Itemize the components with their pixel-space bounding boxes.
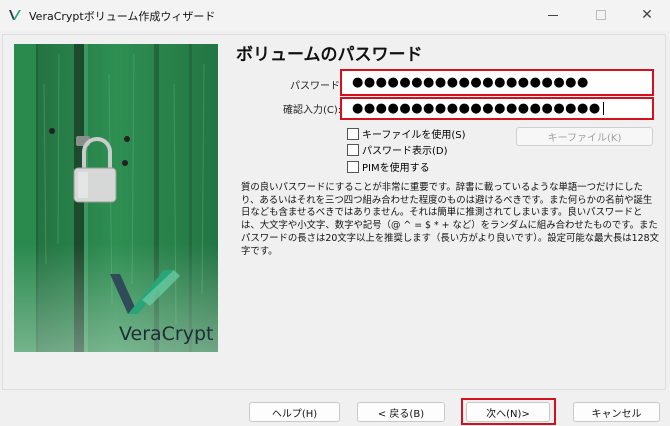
- confirm-password-field[interactable]: ●●●●●●●●●●●●●●●●●●●●●: [340, 97, 654, 120]
- veracrypt-app-icon: [9, 10, 21, 20]
- confirm-label: 確認入力(C):: [283, 105, 342, 116]
- banner-brand-text: VeraCrypt: [119, 323, 214, 345]
- password-advice-text: 質の良いパスワードにすることが非常に重要です。辞書に載っているような単語一つだけ…: [241, 182, 659, 257]
- checkbox-box: [347, 127, 359, 140]
- window-title: VeraCryptボリューム作成ウィザード: [29, 10, 216, 23]
- confirm-password-value: ●●●●●●●●●●●●●●●●●●●●●: [352, 101, 601, 116]
- checkbox-box: [347, 143, 359, 156]
- help-button[interactable]: ヘルプ(H): [249, 402, 340, 422]
- use-keyfiles-checkbox[interactable]: キーファイルを使用(S): [347, 126, 466, 141]
- title-bar: VeraCryptボリューム作成ウィザード ✕: [0, 0, 670, 30]
- password-field[interactable]: ●●●●●●●●●●●●●●●●●●●●: [340, 69, 654, 96]
- checkbox-box: [347, 160, 359, 173]
- use-keyfiles-label: キーファイルを使用(S): [362, 130, 466, 141]
- minimize-button[interactable]: [530, 0, 576, 30]
- back-button[interactable]: < 戻る(B): [357, 402, 445, 422]
- page-title: ボリュームのパスワード: [236, 45, 423, 65]
- use-pim-checkbox[interactable]: PIMを使用する: [347, 159, 430, 174]
- maximize-icon: [596, 10, 606, 20]
- maximize-button[interactable]: [578, 0, 624, 30]
- next-button[interactable]: 次へ(N)>: [466, 402, 550, 422]
- use-pim-label: PIMを使用する: [362, 163, 430, 174]
- password-value: ●●●●●●●●●●●●●●●●●●●●: [352, 75, 589, 90]
- password-label: パスワード: [290, 81, 340, 92]
- display-password-checkbox[interactable]: パスワード表示(D): [347, 142, 448, 157]
- display-password-label: パスワード表示(D): [362, 146, 448, 157]
- close-button[interactable]: ✕: [624, 0, 670, 30]
- text-caret: [602, 102, 604, 115]
- minimize-icon: [548, 14, 558, 16]
- close-icon: ✕: [641, 7, 653, 23]
- banner-image: VeraCrypt: [14, 44, 218, 352]
- keyfiles-button[interactable]: キーファイル(K): [516, 127, 653, 146]
- cancel-button[interactable]: キャンセル: [573, 402, 660, 422]
